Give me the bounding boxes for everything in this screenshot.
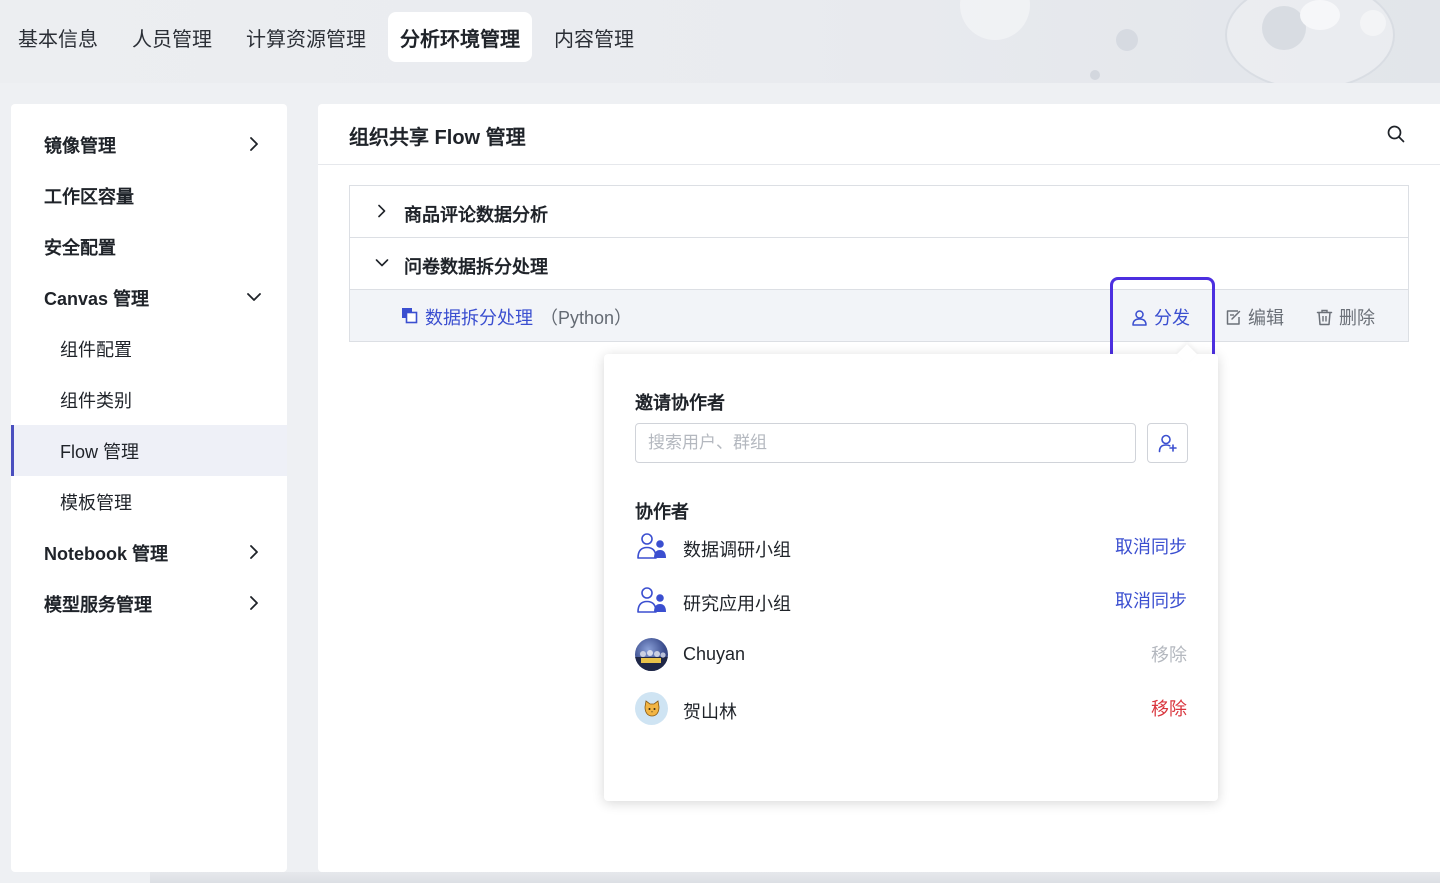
group-icon (637, 587, 666, 613)
sidebar-item-security[interactable]: 安全配置 (11, 221, 287, 272)
sidebar-item-label: 模型服务管理 (44, 594, 152, 615)
edit-icon (1226, 309, 1241, 325)
avatar-photo (635, 650, 668, 671)
sidebar-item-images[interactable]: 镜像管理 (11, 119, 287, 170)
sidebar-item-canvas[interactable]: Canvas 管理 (11, 272, 287, 323)
collaborator-name: 数据调研小组 (683, 540, 791, 560)
sidebar-item-label: 工作区容量 (44, 186, 134, 207)
header-decoration (1090, 70, 1100, 80)
copy-icon (402, 308, 418, 324)
chevron-right-icon (250, 137, 258, 151)
cat-face-icon (644, 699, 659, 716)
chevron-right-icon[interactable] (374, 203, 390, 219)
sidebar-item-workspace-capacity[interactable]: 工作区容量 (11, 170, 287, 221)
group-icon (637, 533, 666, 559)
remove-button-disabled: 移除 (1151, 645, 1187, 665)
header-decoration (1300, 0, 1340, 30)
flow-child-name[interactable]: 数据拆分处理 (425, 304, 533, 330)
sidebar-item-label: 组件类别 (60, 390, 132, 411)
share-popover: 邀请协作者 协作者 数据调研小组 取消同步 研究应用小组 取消同步 (604, 344, 1218, 801)
sidebar-item-label: 镜像管理 (44, 135, 116, 156)
avatar (635, 692, 668, 725)
chevron-right-icon (250, 545, 258, 559)
chevron-right-icon (250, 596, 258, 610)
edit-button[interactable]: 编辑 (1225, 304, 1284, 330)
collaborator-row: Chuyan 移除 (635, 638, 1187, 672)
user-icon (1132, 309, 1147, 326)
avatar (635, 638, 668, 671)
nav-tab-compute-resources[interactable]: 计算资源管理 (234, 12, 378, 62)
collaborator-row: 数据调研小组 取消同步 (635, 530, 1187, 564)
add-user-icon (1158, 434, 1177, 453)
main-header: 组织共享 Flow 管理 (318, 104, 1440, 165)
sidebar-item-component-category[interactable]: 组件类别 (11, 374, 287, 425)
share-button[interactable]: 分发 (1131, 304, 1190, 330)
share-label: 分发 (1154, 308, 1190, 328)
flow-child-row: 数据拆分处理 （Python） 分发 编辑 删除 (350, 290, 1408, 341)
collaborator-row: 贺山林 移除 (635, 692, 1187, 726)
flow-list: 商品评论数据分析 问卷数据拆分处理 数据拆分处理 （Python） 分发 编辑 … (349, 185, 1409, 342)
page-title: 组织共享 Flow 管理 (349, 127, 526, 149)
collaborator-name: 研究应用小组 (683, 594, 791, 614)
collaborators-title: 协作者 (635, 502, 689, 522)
sidebar-item-label: 组件配置 (60, 339, 132, 360)
remove-button[interactable]: 移除 (1151, 695, 1187, 721)
flow-row[interactable]: 问卷数据拆分处理 (350, 238, 1408, 290)
invite-search-input[interactable] (635, 423, 1136, 463)
collaborator-name: Chuyan (683, 644, 746, 664)
flow-name: 问卷数据拆分处理 (404, 257, 548, 277)
header-decoration (960, 0, 1030, 40)
sidebar-item-templates[interactable]: 模板管理 (11, 476, 287, 527)
top-nav: 基本信息 人员管理 计算资源管理 分析环境管理 内容管理 (6, 12, 646, 62)
sidebar-item-label: 模板管理 (60, 492, 132, 513)
invite-title: 邀请协作者 (635, 393, 725, 413)
sidebar-item-label: Notebook 管理 (44, 543, 168, 564)
flow-child-language: （Python） (540, 308, 633, 328)
sidebar-item-component-config[interactable]: 组件配置 (11, 323, 287, 374)
header-decoration (1360, 10, 1386, 36)
sidebar-item-model-service[interactable]: 模型服务管理 (11, 578, 287, 629)
add-collaborator-button[interactable] (1147, 423, 1188, 463)
header-decoration (1116, 29, 1138, 51)
unsync-button[interactable]: 取消同步 (1115, 587, 1187, 613)
nav-tab-analysis-environment[interactable]: 分析环境管理 (388, 12, 532, 62)
nav-tab-content[interactable]: 内容管理 (542, 12, 646, 62)
unsync-button[interactable]: 取消同步 (1115, 533, 1187, 559)
search-icon[interactable] (1386, 124, 1406, 144)
chevron-down-icon[interactable] (374, 255, 390, 271)
trash-icon (1316, 309, 1333, 325)
collaborator-name: 贺山林 (683, 702, 737, 722)
delete-label: 删除 (1339, 308, 1375, 328)
sidebar: 镜像管理 工作区容量 安全配置 Canvas 管理 组件配置 组件类别 Flow… (11, 104, 287, 872)
nav-tab-basic-info[interactable]: 基本信息 (6, 12, 110, 62)
chevron-down-icon (247, 293, 261, 301)
bottom-shadow (150, 872, 1440, 883)
flow-name: 商品评论数据分析 (404, 205, 548, 225)
delete-button[interactable]: 删除 (1316, 304, 1375, 330)
flow-row[interactable]: 商品评论数据分析 (350, 186, 1408, 238)
sidebar-item-flow[interactable]: Flow 管理 (11, 425, 287, 476)
sidebar-item-label: 安全配置 (44, 237, 116, 258)
collaborator-row: 研究应用小组 取消同步 (635, 584, 1187, 618)
top-navigation-bar: 基本信息 人员管理 计算资源管理 分析环境管理 内容管理 (0, 0, 1440, 83)
edit-label: 编辑 (1248, 308, 1284, 328)
sidebar-item-notebook[interactable]: Notebook 管理 (11, 527, 287, 578)
sidebar-item-label: Canvas 管理 (44, 288, 150, 309)
sidebar-item-label: Flow 管理 (60, 441, 140, 462)
nav-tab-personnel[interactable]: 人员管理 (120, 12, 224, 62)
